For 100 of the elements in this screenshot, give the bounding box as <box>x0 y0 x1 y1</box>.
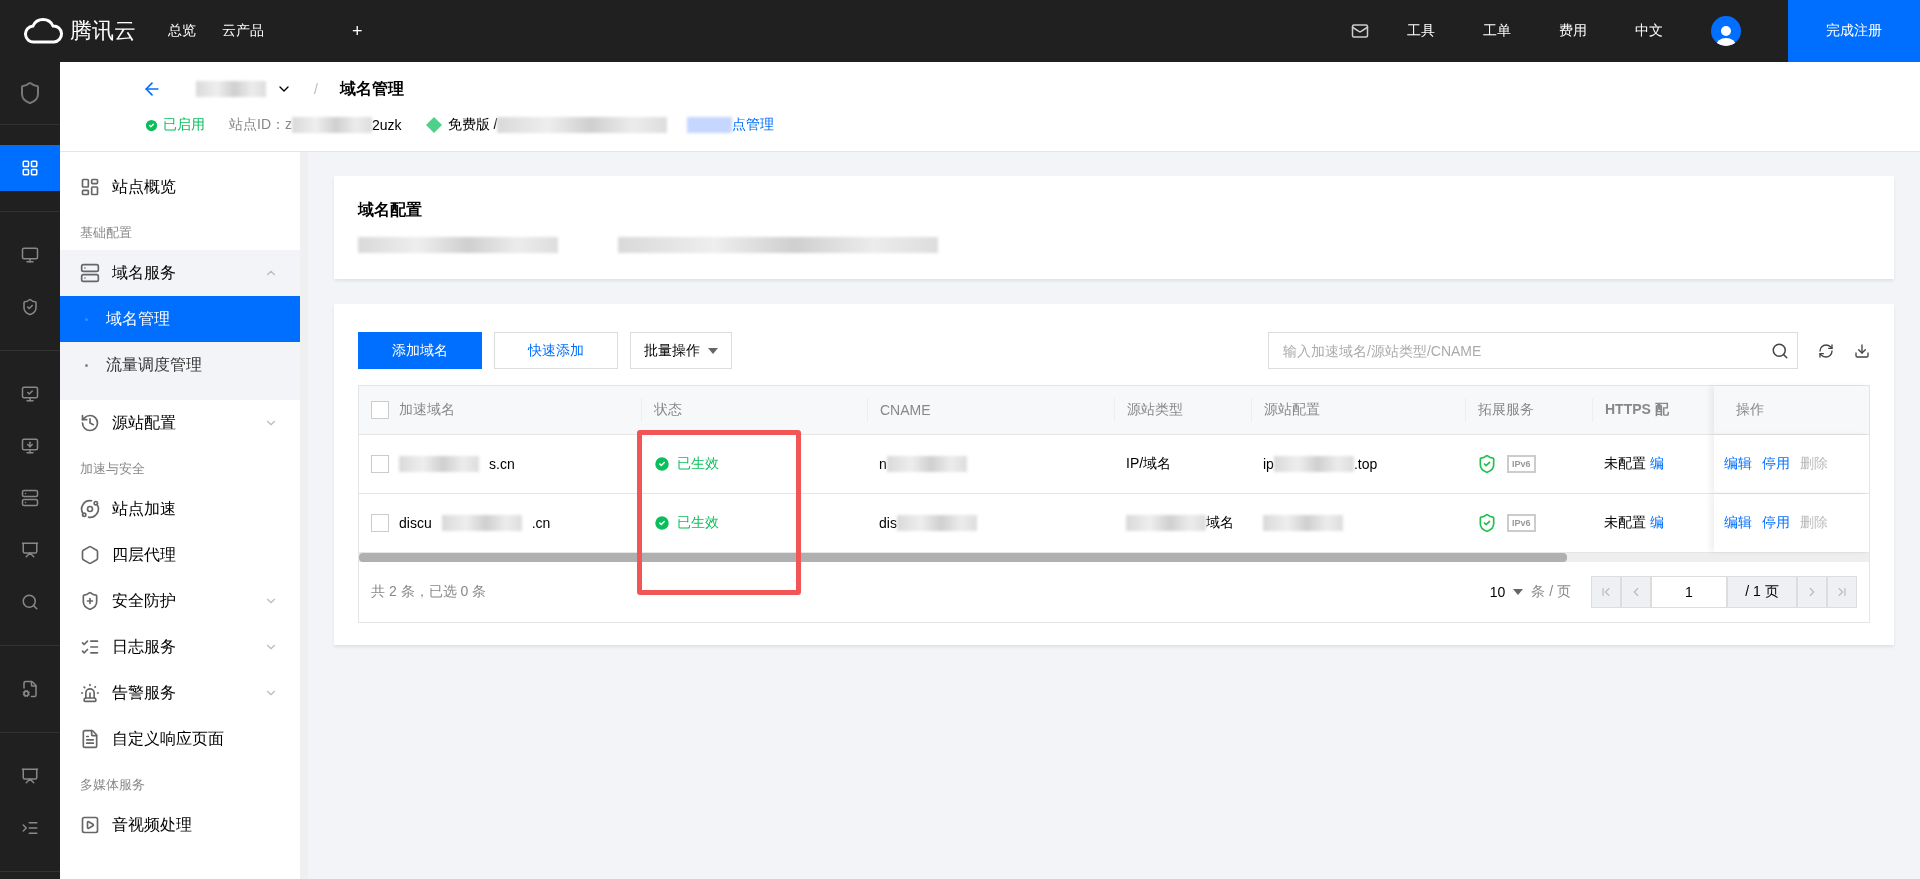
menu-group-label: 加速与安全 <box>79 460 146 478</box>
breadcrumb-separator: / <box>314 81 318 97</box>
edit-link[interactable]: 编 <box>1650 514 1664 532</box>
page-total: / 1 页 <box>1727 576 1797 608</box>
cell-text: n <box>879 456 887 472</box>
checkbox[interactable] <box>371 514 389 532</box>
rail-button[interactable] <box>0 145 60 191</box>
siren-icon <box>80 683 100 703</box>
document-icon <box>80 729 100 749</box>
last-page-icon <box>1835 585 1849 599</box>
menu-group-label: 基础配置 <box>79 224 133 242</box>
ipv6-tag: IPv6 <box>1507 455 1536 473</box>
site-id-label: 站点ID：z <box>229 116 292 134</box>
cell-text: s.cn <box>489 456 515 472</box>
menu-item[interactable]: 源站配置 <box>60 400 300 446</box>
toolbar-button[interactable]: 添加域名 <box>358 332 482 369</box>
action-link[interactable]: 停用 <box>1762 514 1790 532</box>
blurred-text <box>687 117 733 133</box>
shield-icon <box>21 298 39 316</box>
column-header: 操作 <box>1735 401 1764 419</box>
check-icon <box>144 117 159 133</box>
status-text: 已生效 <box>677 455 719 473</box>
page-size-select[interactable]: 10 <box>1489 584 1506 600</box>
hexagon-icon <box>80 545 100 565</box>
card-title: 域名配置 <box>358 200 423 220</box>
column-header: 拓展服务 <box>1465 398 1592 422</box>
grid-icon <box>21 159 39 177</box>
checkbox[interactable] <box>371 401 389 419</box>
page-title: 域名管理 <box>339 78 404 99</box>
submenu-item[interactable]: 流量调度管理 <box>60 342 300 388</box>
menu-item[interactable]: 安全防护 <box>60 578 300 624</box>
nav-link[interactable]: 工具 <box>1407 22 1435 40</box>
download-icon <box>21 437 39 455</box>
cell-text: ip <box>1263 456 1274 472</box>
menu-item[interactable]: 站点加速 <box>60 486 300 532</box>
summary-text: 共 2 条，已选 0 条 <box>371 583 487 601</box>
action-link[interactable]: 停用 <box>1762 455 1790 473</box>
site-id-text: 2uzk <box>372 117 402 133</box>
file-icon <box>21 680 39 698</box>
menu-item[interactable]: 四层代理 <box>60 532 300 578</box>
blurred-text <box>196 81 266 97</box>
caret-icon <box>1513 589 1524 595</box>
per-page-text: 条 / 页 <box>1531 583 1571 601</box>
add-link[interactable]: + <box>352 20 363 42</box>
status-text: 已生效 <box>677 514 719 532</box>
shield-plus-icon <box>80 591 100 611</box>
column-header: 状态 <box>641 398 867 422</box>
edit-link[interactable]: 编 <box>1650 455 1664 473</box>
page-input[interactable]: 1 <box>1651 576 1727 608</box>
avatar[interactable] <box>1711 16 1741 46</box>
search-icon[interactable] <box>1771 341 1789 360</box>
download-icon[interactable] <box>1854 342 1870 359</box>
cell-text: 域名 <box>1206 514 1234 532</box>
nav-link[interactable]: 总览 <box>168 22 196 40</box>
presentation-icon <box>21 767 39 785</box>
shield-check-icon <box>1477 454 1497 474</box>
monitor-icon <box>21 385 39 403</box>
menu-item[interactable]: 站点概览 <box>60 164 300 210</box>
orbit-icon <box>80 499 100 519</box>
nav-link[interactable]: 费用 <box>1559 22 1587 40</box>
first-page-icon <box>1599 585 1613 599</box>
register-button[interactable]: 完成注册 <box>1788 0 1920 62</box>
monitor-icon <box>21 246 39 264</box>
shield-icon[interactable] <box>18 81 42 105</box>
checklist-icon <box>80 637 100 657</box>
menu-item[interactable]: 告警服务 <box>60 670 300 716</box>
action-link[interactable]: 编辑 <box>1724 514 1752 532</box>
menu-item[interactable]: 自定义响应页面 <box>60 716 300 762</box>
plan-text: 免费版 / <box>447 116 498 134</box>
dashboard-icon <box>80 177 100 197</box>
refresh-icon[interactable] <box>1818 342 1834 359</box>
search-box[interactable]: 输入加速域名/源站类型/CNAME <box>1268 332 1798 369</box>
nav-link[interactable]: 工单 <box>1483 22 1511 40</box>
menu-item[interactable]: 域名服务 <box>60 250 300 296</box>
checkbox[interactable] <box>371 455 389 473</box>
search-icon <box>21 593 39 611</box>
scrollbar[interactable] <box>359 553 1567 562</box>
toolbar-button[interactable]: 快速添加 <box>494 332 618 369</box>
column-header: 源站类型 <box>1114 398 1251 422</box>
nav-link[interactable]: 云产品 <box>222 22 264 40</box>
cloud-logo-icon <box>24 18 64 44</box>
diamond-icon <box>425 117 442 133</box>
cell-text: .top <box>1353 456 1378 472</box>
manage-link[interactable]: 点管理 <box>732 116 775 134</box>
dropdown-button[interactable]: 批量操作 <box>630 332 732 369</box>
shield-check-icon <box>1477 513 1497 533</box>
menu-item[interactable]: 音视频处理 <box>60 802 300 848</box>
cell-text: dis <box>879 515 897 531</box>
server-icon <box>80 263 100 283</box>
mail-icon[interactable] <box>1351 22 1369 40</box>
submenu-item[interactable]: 域名管理 <box>60 296 300 342</box>
ipv6-tag: IPv6 <box>1507 514 1536 532</box>
check-icon <box>653 455 671 473</box>
action-link[interactable]: 编辑 <box>1724 455 1752 473</box>
menu-item[interactable]: 日志服务 <box>60 624 300 670</box>
caret-icon <box>708 347 718 354</box>
presentation-icon <box>21 541 39 559</box>
column-header: 源站配置 <box>1251 398 1465 422</box>
play-icon <box>80 815 100 835</box>
nav-link[interactable]: 中文 <box>1635 22 1663 40</box>
